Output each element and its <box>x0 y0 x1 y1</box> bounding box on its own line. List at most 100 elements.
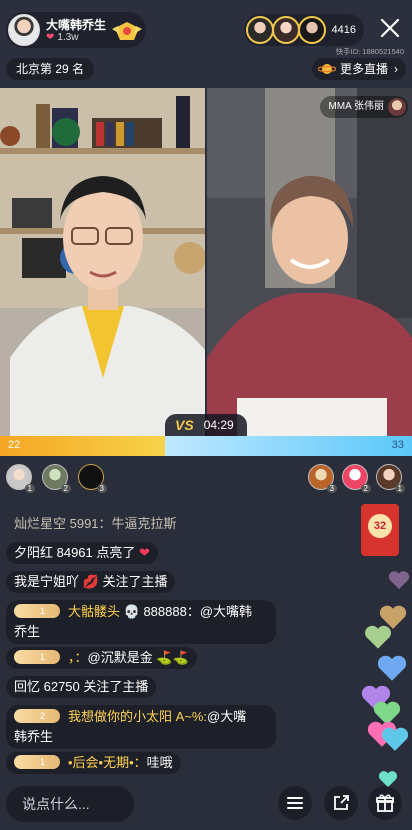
chat-text: 点亮了 <box>96 545 136 560</box>
level-badge: 1 <box>14 650 60 664</box>
level-number: 2 <box>40 711 46 721</box>
more-live-label: 更多直播 <box>339 62 388 76</box>
chat-user: 我想做你的小太阳 A~%: <box>68 709 208 724</box>
heart-icon <box>377 655 407 681</box>
chat-user: •后会•无期•： <box>68 755 147 770</box>
guest-video[interactable]: MMA 张伟丽 <box>207 88 412 436</box>
viewer-list[interactable]: 4416 <box>243 14 364 46</box>
chat-text: @沉默是金 <box>87 650 153 665</box>
chat-message[interactable]: 我是宁姐吖 💋 关注了主播 <box>6 571 176 593</box>
heart-icon: ❤ <box>46 32 55 43</box>
chat-user: 我是宁姐吖 <box>14 574 80 589</box>
level-number: 1 <box>40 757 46 767</box>
supporter-rank: 2 <box>360 484 371 493</box>
host-info[interactable]: 大嘴韩乔生 ❤ 1.3w <box>6 12 146 48</box>
chat-user: ，： <box>68 650 88 665</box>
guest-name: MMA 张伟丽 <box>328 101 384 112</box>
chat-message[interactable]: 1 ，：@沉默是金 ⛳⛳ <box>6 647 197 669</box>
share-icon <box>334 795 349 810</box>
supporter-avatar[interactable]: 1 <box>376 464 405 493</box>
pk-timer: VS 04:29 <box>165 414 247 436</box>
supporters-row: 1 2 3 3 2 1 <box>0 462 412 493</box>
chat-message[interactable]: 灿烂星空 5991：牛逼克拉斯 <box>6 513 185 535</box>
heart-icon: ❤ <box>139 545 150 560</box>
floating-hearts <box>358 570 412 800</box>
skull-icon: 💀 <box>123 604 140 619</box>
share-button[interactable] <box>324 786 358 820</box>
chat-text-cont: 乔生 <box>14 624 41 639</box>
more-live-button[interactable]: 更多直播 › <box>311 58 406 80</box>
host-video-scene <box>0 88 205 436</box>
golf-icon: ⛳⛳ <box>156 650 189 665</box>
viewer-avatar[interactable] <box>271 16 300 44</box>
pk-timer-value: 04:29 <box>203 418 234 432</box>
pk-right-score: 33 <box>391 439 404 451</box>
chat-text: 关注了主播 <box>102 574 168 589</box>
pk-left-score: 22 <box>8 439 21 451</box>
host-likes-count: 1.3w <box>57 32 79 43</box>
chat-user: 回忆 62750 <box>14 679 80 694</box>
host-name: 大嘴韩乔生 <box>46 18 107 32</box>
viewer-avatar[interactable] <box>245 16 274 44</box>
pk-right-fill: 33 <box>164 436 412 456</box>
chevron-right-icon: › <box>394 62 398 76</box>
heart-icon <box>365 625 391 649</box>
gift-icon <box>376 794 394 812</box>
comment-input[interactable]: 说点什么... <box>6 786 134 822</box>
viewer-count[interactable]: 4416 <box>332 24 356 36</box>
pk-score-bar: 22 33 <box>0 436 412 456</box>
chat-user: 夕阳红 84961 <box>14 545 93 560</box>
level-number: 1 <box>40 652 46 662</box>
gift-button[interactable] <box>368 786 402 820</box>
heart-icon <box>388 571 410 590</box>
chat-message[interactable]: 1 大骷髅头 💀 888888：@大嘴韩乔生 <box>6 600 276 644</box>
host-video[interactable] <box>0 88 205 436</box>
red-packet-value: 32 <box>368 514 392 538</box>
supporter-avatar[interactable]: 3 <box>308 464 337 493</box>
chat-message[interactable]: 回忆 62750 关注了主播 <box>6 676 157 698</box>
chat-text-cont: 韩乔生 <box>14 729 54 744</box>
crown-badge-icon[interactable] <box>112 20 142 42</box>
level-number: 1 <box>40 606 46 616</box>
supporter-avatar[interactable]: 3 <box>78 464 107 493</box>
supporter-rank: 1 <box>24 484 35 493</box>
menu-button[interactable] <box>278 786 312 820</box>
level-badge: 1 <box>14 604 60 618</box>
chat-user: 大骷髅头 <box>68 604 121 619</box>
host-avatar[interactable] <box>8 14 40 46</box>
supporter-rank: 2 <box>60 484 71 493</box>
close-icon[interactable] <box>376 14 404 42</box>
red-packet[interactable]: 32 <box>361 504 399 556</box>
chat-text: 888888：@大嘴韩 <box>143 604 253 619</box>
heart-icon <box>381 727 409 751</box>
planet-icon <box>317 64 336 74</box>
chat-text: @大嘴 <box>207 709 247 724</box>
chat-text: 关注了主播 <box>83 679 149 694</box>
chat-message[interactable]: 夕阳红 84961 点亮了 ❤ <box>6 542 158 564</box>
viewer-avatar[interactable] <box>297 16 326 44</box>
guest-avatar[interactable] <box>388 98 406 116</box>
bottom-bar: 说点什么... <box>0 780 412 830</box>
supporter-avatar[interactable]: 2 <box>342 464 371 493</box>
top-bar: 大嘴韩乔生 ❤ 1.3w 4416 快手ID: 1880521540 北京第 29… <box>0 0 412 88</box>
supporter-avatar[interactable]: 2 <box>42 464 71 493</box>
host-likes: ❤ 1.3w <box>46 32 79 43</box>
chat-text: 哇哦 <box>146 755 173 770</box>
chat-user: 灿烂星空 5991： <box>14 516 112 531</box>
chat-message[interactable]: 2 我想做你的小太阳 A~%:@大嘴韩乔生 <box>6 705 276 749</box>
anchor-id: 快手ID: 1880521540 <box>335 47 404 56</box>
supporter-rank: 3 <box>326 484 337 493</box>
supporter-rank: 3 <box>96 484 107 493</box>
city-rank[interactable]: 北京第 29 名 <box>6 58 95 80</box>
guest-name-tag[interactable]: MMA 张伟丽 <box>320 96 408 118</box>
supporter-rank: 1 <box>394 484 405 493</box>
chat-message[interactable]: 1 •后会•无期•：哇哦 <box>6 752 181 774</box>
vs-icon: VS <box>175 417 194 433</box>
guest-video-scene <box>207 88 412 436</box>
menu-icon <box>287 797 303 809</box>
level-badge: 2 <box>14 709 60 723</box>
lips-icon: 💋 <box>82 574 99 589</box>
supporter-avatar[interactable]: 1 <box>6 464 35 493</box>
level-badge: 1 <box>14 755 60 769</box>
chat-text: 牛逼克拉斯 <box>111 516 177 531</box>
